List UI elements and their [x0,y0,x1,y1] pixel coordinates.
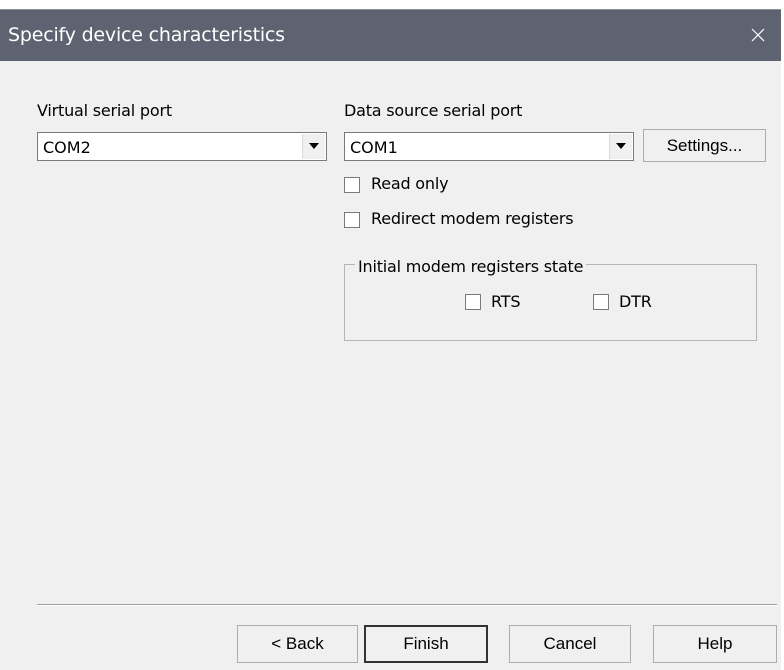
close-button[interactable] [735,10,781,61]
title-bar: Specify device characteristics [0,10,781,61]
source-port-dropdown-button[interactable] [609,134,632,159]
read-only-label[interactable]: Read only [371,174,449,193]
virtual-port-combobox[interactable]: COM2 [37,132,327,161]
cancel-button[interactable]: Cancel [509,625,631,663]
back-button-label: < Back [271,634,324,653]
source-port-combobox[interactable]: COM1 [344,132,634,161]
settings-button-label: Settings... [666,136,743,155]
source-port-value: COM1 [350,138,398,157]
dialog-title: Specify device characteristics [8,24,285,46]
read-only-checkbox[interactable] [344,177,360,193]
help-button-label: Help [697,634,733,653]
redirect-modem-checkbox[interactable] [344,212,360,228]
dtr-checkbox[interactable] [593,294,609,310]
close-icon [751,28,765,42]
virtual-port-label: Virtual serial port [37,101,172,120]
back-button[interactable]: < Back [237,625,358,663]
modem-state-group-title: Initial modem registers state [355,258,587,276]
dialog-window: Specify device characteristics Virtual s… [0,9,781,670]
rts-checkbox[interactable] [465,294,481,310]
footer-separator [37,604,777,606]
dropdown-arrow-icon [309,143,319,149]
source-port-label: Data source serial port [344,101,523,120]
cancel-button-label: Cancel [543,634,597,653]
rts-label[interactable]: RTS [491,292,520,311]
dtr-label[interactable]: DTR [619,292,652,311]
help-button[interactable]: Help [653,625,777,663]
dropdown-arrow-icon [616,143,626,149]
redirect-modem-label[interactable]: Redirect modem registers [371,209,574,228]
virtual-port-dropdown-button[interactable] [302,134,325,159]
virtual-port-value: COM2 [43,138,91,157]
finish-button-label: Finish [403,634,449,653]
settings-button[interactable]: Settings... [643,129,766,162]
finish-button[interactable]: Finish [364,625,488,663]
